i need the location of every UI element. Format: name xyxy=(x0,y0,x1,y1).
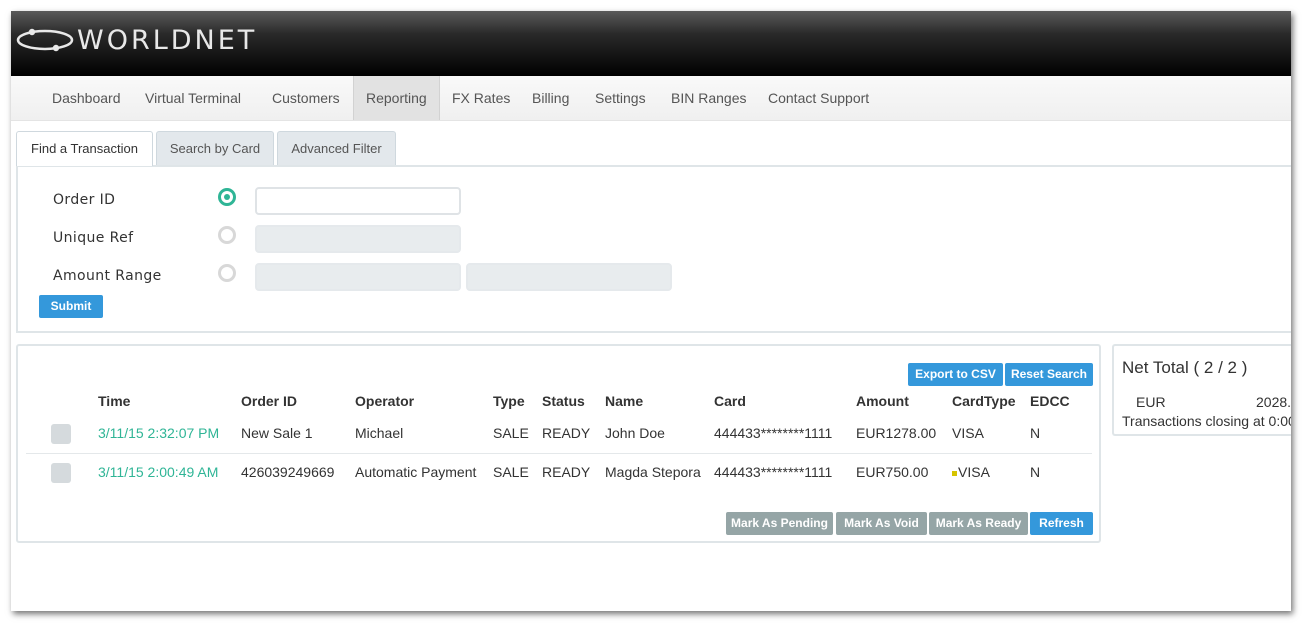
row-cardtype: VISA xyxy=(952,425,984,441)
row-order-id: 426039249669 xyxy=(241,464,335,480)
nav-reporting[interactable]: Reporting xyxy=(353,76,440,120)
app-window: WORLDNET Dashboard Virtual Terminal Cust… xyxy=(11,11,1291,611)
row-order-id: New Sale 1 xyxy=(241,425,313,441)
row-operator: Automatic Payment xyxy=(355,464,477,480)
unique-ref-radio[interactable] xyxy=(218,226,236,244)
amount-range-radio[interactable] xyxy=(218,264,236,282)
col-card[interactable]: Card xyxy=(714,393,746,409)
tab-find-a-transaction[interactable]: Find a Transaction xyxy=(16,131,153,166)
tab-search-by-card[interactable]: Search by Card xyxy=(156,131,274,165)
col-operator[interactable]: Operator xyxy=(355,393,414,409)
logo-text: WORLDNET xyxy=(77,25,258,56)
nav-billing[interactable]: Billing xyxy=(520,76,581,120)
net-total-currency: EUR xyxy=(1136,394,1166,410)
net-total-closing: Transactions closing at 0:00 xyxy=(1122,413,1291,429)
order-id-input[interactable] xyxy=(255,187,461,215)
row-type: SALE xyxy=(493,425,529,441)
net-total-amount: 2028. xyxy=(1256,394,1291,410)
unique-ref-label: Unique Ref xyxy=(53,230,134,246)
main-nav: Dashboard Virtual Terminal Customers Rep… xyxy=(11,76,1291,121)
row-operator: Michael xyxy=(355,425,404,441)
row-name: John Doe xyxy=(605,425,665,441)
row-cardtype-wrap: VISA xyxy=(952,464,990,480)
order-id-label: Order ID xyxy=(53,192,116,208)
submit-button[interactable]: Submit xyxy=(39,295,103,318)
card-warning-icon xyxy=(952,471,957,476)
row-cardtype: VISA xyxy=(958,464,990,480)
col-amount[interactable]: Amount xyxy=(856,393,909,409)
row-card: 444433********1111 xyxy=(714,464,833,480)
mark-as-pending-button[interactable]: Mark As Pending xyxy=(726,512,833,535)
row-edcc: N xyxy=(1030,464,1041,480)
row-amount: EUR750.00 xyxy=(856,464,929,480)
col-cardtype[interactable]: CardType xyxy=(952,393,1016,409)
results-panel: Export to CSV Reset Search Time Order ID… xyxy=(16,344,1101,543)
nav-virtual-terminal[interactable]: Virtual Terminal xyxy=(133,76,253,120)
row-card: 444433********1111 xyxy=(714,425,833,441)
col-name[interactable]: Name xyxy=(605,393,643,409)
net-total-title: Net Total ( 2 / 2 ) xyxy=(1122,358,1248,377)
order-id-radio[interactable] xyxy=(218,188,236,206)
tab-advanced-filter[interactable]: Advanced Filter xyxy=(277,131,396,165)
nav-dashboard[interactable]: Dashboard xyxy=(40,76,133,120)
col-order-id[interactable]: Order ID xyxy=(241,393,297,409)
amount-from-input[interactable] xyxy=(255,263,461,291)
table-row[interactable]: 3/11/15 2:32:07 PM New Sale 1 Michael SA… xyxy=(26,414,1092,454)
row-amount: EUR1278.00 xyxy=(856,425,937,441)
col-status[interactable]: Status xyxy=(542,393,585,409)
row-time: 3/11/15 2:32:07 PM xyxy=(98,425,220,441)
row-checkbox[interactable] xyxy=(51,463,71,483)
amount-range-label: Amount Range xyxy=(53,268,162,284)
row-time: 3/11/15 2:00:49 AM xyxy=(98,464,219,480)
nav-fx-rates[interactable]: FX Rates xyxy=(440,76,522,120)
col-time[interactable]: Time xyxy=(98,393,130,409)
search-panel: Order ID Unique Ref Amount Range Submit xyxy=(16,165,1291,333)
table-row[interactable]: 3/11/15 2:00:49 AM 426039249669 Automati… xyxy=(26,453,1092,492)
mark-as-ready-button[interactable]: Mark As Ready xyxy=(929,512,1028,535)
nav-bin-ranges[interactable]: BIN Ranges xyxy=(659,76,758,120)
orbit-logo-icon xyxy=(16,28,74,52)
nav-customers[interactable]: Customers xyxy=(260,76,352,120)
nav-settings[interactable]: Settings xyxy=(583,76,658,120)
app-header: WORLDNET xyxy=(11,11,1291,76)
row-type: SALE xyxy=(493,464,529,480)
col-edcc[interactable]: EDCC xyxy=(1030,393,1070,409)
export-csv-button[interactable]: Export to CSV xyxy=(908,363,1003,386)
refresh-button[interactable]: Refresh xyxy=(1030,512,1093,535)
row-status: READY xyxy=(542,464,591,480)
amount-to-input[interactable] xyxy=(466,263,672,291)
reset-search-button[interactable]: Reset Search xyxy=(1005,363,1093,386)
unique-ref-input[interactable] xyxy=(255,225,461,253)
nav-contact-support[interactable]: Contact Support xyxy=(756,76,881,120)
net-total-panel: Net Total ( 2 / 2 ) EUR 2028. Transactio… xyxy=(1112,344,1291,436)
col-type[interactable]: Type xyxy=(493,393,525,409)
row-edcc: N xyxy=(1030,425,1041,441)
row-status: READY xyxy=(542,425,591,441)
row-name: Magda Stepora xyxy=(605,464,701,480)
mark-as-void-button[interactable]: Mark As Void xyxy=(836,512,927,535)
row-checkbox[interactable] xyxy=(51,424,71,444)
